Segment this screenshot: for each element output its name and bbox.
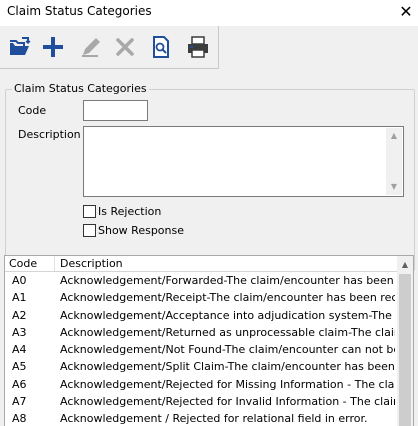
column-divider[interactable] — [54, 256, 55, 271]
close-button[interactable]: ✕ — [394, 1, 418, 23]
description-label: Description — [18, 128, 81, 141]
table-row[interactable]: A3 Acknowledgement/Returned as unprocessa… — [5, 324, 397, 341]
description-field[interactable]: ▲ ▼ — [83, 126, 404, 197]
edit-button[interactable] — [77, 33, 105, 61]
toolbar — [0, 26, 219, 69]
open-folder-icon — [10, 37, 31, 55]
description-scrollbar[interactable]: ▲ ▼ — [386, 128, 402, 195]
printer-icon — [188, 36, 208, 58]
delete-button[interactable] — [111, 33, 139, 61]
window-client: Claim Status Categories Code Description… — [0, 26, 418, 426]
window-title: Claim Status Categories — [7, 4, 152, 18]
table-row[interactable]: A1 Acknowledgement/Receipt-The claim/enco… — [5, 289, 397, 306]
scrollbar-thumb[interactable] — [399, 274, 411, 426]
grid-rows: A0 Acknowledgement/Forwarded-The claim/en… — [5, 272, 397, 426]
cell-code: A0 — [12, 274, 27, 287]
cell-code: A2 — [12, 308, 27, 322]
cell-description: Acknowledgement/Not Found-The claim/enco… — [60, 343, 395, 357]
cell-code: A6 — [12, 377, 27, 391]
cell-code: A8 — [12, 412, 27, 426]
cell-code: A7 — [12, 395, 27, 409]
title-bar: Claim Status Categories ✕ — [0, 0, 418, 26]
categories-grid[interactable]: Code Description A0 Acknowledgement/Forwa… — [4, 255, 414, 426]
add-icon — [43, 37, 63, 57]
table-row[interactable]: A5 Acknowledgement/Split Claim-The claim/… — [5, 358, 397, 375]
cell-description: Acknowledgement/Split Claim-The claim/en… — [60, 360, 395, 374]
claim-status-groupbox: Claim Status Categories Code Description… — [5, 82, 415, 271]
show-response-label: Show Response — [98, 224, 185, 237]
delete-icon — [116, 38, 134, 56]
table-row[interactable]: A8 Acknowledgement / Rejected for relatio… — [5, 410, 397, 426]
table-row[interactable]: A6 Acknowledgement/Rejected for Missing I… — [5, 376, 397, 393]
cell-description: Acknowledgement/Forwarded-The claim/enco… — [60, 274, 395, 287]
cell-description: Acknowledgement/Acceptance into adjudica… — [60, 308, 395, 322]
is-rejection-label: Is Rejection — [98, 205, 162, 218]
cell-description: Acknowledgement / Rejected for relationa… — [60, 412, 368, 426]
column-header-code[interactable]: Code — [9, 257, 37, 270]
table-row[interactable]: A4 Acknowledgement/Not Found-The claim/en… — [5, 341, 397, 358]
cell-description: Acknowledgement/Rejected for Invalid Inf… — [60, 395, 395, 409]
open-button[interactable] — [6, 33, 34, 61]
cell-code: A3 — [12, 325, 27, 339]
cell-code: A5 — [12, 360, 27, 374]
search-document-icon — [153, 36, 169, 58]
cell-code: A1 — [12, 291, 27, 305]
grid-vertical-scrollbar[interactable]: ▲ — [397, 256, 413, 426]
table-row[interactable]: A0 Acknowledgement/Forwarded-The claim/en… — [5, 272, 397, 289]
cell-description: Acknowledgement/Receipt-The claim/encoun… — [60, 291, 395, 305]
show-response-checkbox[interactable] — [83, 224, 96, 237]
code-label: Code — [18, 104, 47, 117]
cell-code: A4 — [12, 343, 27, 357]
table-row[interactable]: A2 Acknowledgement/Acceptance into adjudi… — [5, 307, 397, 324]
grid-header: Code Description — [5, 256, 397, 272]
cell-description: Acknowledgement/Returned as unprocessabl… — [60, 325, 395, 339]
add-button[interactable] — [39, 33, 67, 61]
scroll-up-icon[interactable]: ▲ — [397, 257, 413, 273]
column-header-description[interactable]: Description — [60, 257, 123, 270]
code-field[interactable] — [83, 100, 148, 121]
table-row[interactable]: A7 Acknowledgement/Rejected for Invalid I… — [5, 393, 397, 410]
scroll-up-icon[interactable]: ▲ — [386, 128, 402, 144]
print-button[interactable] — [184, 33, 212, 61]
scroll-down-icon[interactable]: ▼ — [386, 179, 402, 195]
cell-description: Acknowledgement/Rejected for Missing Inf… — [60, 377, 395, 391]
edit-icon — [82, 38, 100, 57]
preview-button[interactable] — [147, 33, 175, 61]
groupbox-title: Claim Status Categories — [12, 82, 149, 95]
is-rejection-checkbox[interactable] — [83, 205, 96, 218]
